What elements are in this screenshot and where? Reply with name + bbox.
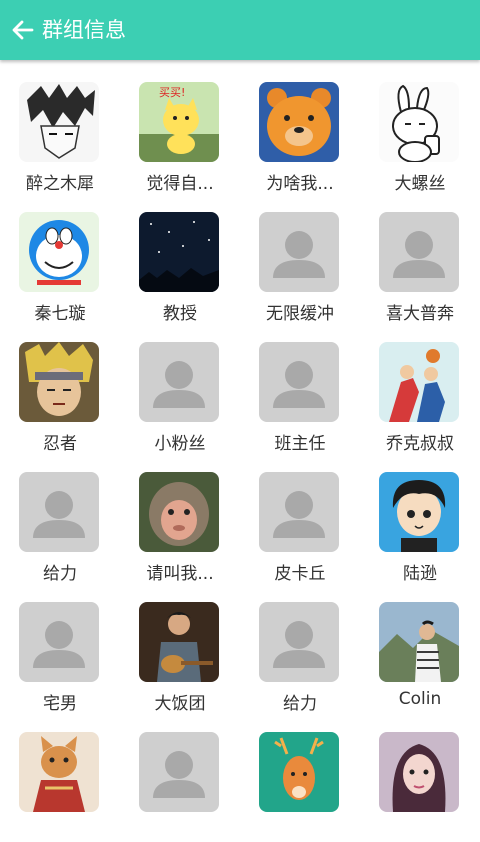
- avatar: [139, 602, 219, 682]
- member-name: 喜大普奔: [386, 304, 454, 324]
- avatar: [19, 342, 99, 422]
- avatar: [379, 342, 459, 422]
- default-avatar: [259, 472, 339, 552]
- avatar: 买买!: [139, 82, 219, 162]
- member-item[interactable]: 大螺丝: [360, 62, 480, 194]
- member-item[interactable]: 忍者: [0, 322, 120, 454]
- member-item[interactable]: 大饭团: [120, 582, 240, 714]
- avatar-image: [19, 342, 99, 422]
- member-item[interactable]: 陆逊: [360, 452, 480, 584]
- avatar: [379, 602, 459, 682]
- avatar-image: [379, 342, 459, 422]
- avatar: [379, 82, 459, 162]
- member-name: 教授: [163, 304, 197, 324]
- avatar-image: [19, 212, 99, 292]
- member-item[interactable]: [360, 712, 480, 842]
- member-item[interactable]: 给力: [0, 452, 120, 584]
- member-name: 给力: [43, 564, 77, 584]
- avatar: [19, 212, 99, 292]
- default-avatar: [139, 342, 219, 422]
- member-item[interactable]: 乔克叔叔: [360, 322, 480, 454]
- member-item[interactable]: 醉之木犀: [0, 62, 120, 194]
- member-name: 宅男: [43, 694, 77, 714]
- avatar-image: 买买!: [139, 82, 219, 162]
- avatar: [259, 82, 339, 162]
- member-item[interactable]: [240, 712, 360, 842]
- member-name: 皮卡丘: [274, 564, 326, 584]
- default-avatar: [19, 602, 99, 682]
- avatar-image: [19, 732, 99, 812]
- member-item[interactable]: 无限缓冲: [240, 192, 360, 324]
- member-item[interactable]: 教授: [120, 192, 240, 324]
- member-name: 觉得自...: [146, 174, 214, 194]
- person-silhouette-icon: [19, 602, 99, 682]
- avatar: [259, 732, 339, 812]
- member-name: 醉之木犀: [26, 174, 94, 194]
- avatar-image: [379, 472, 459, 552]
- avatar-image: [259, 732, 339, 812]
- person-silhouette-icon: [19, 472, 99, 552]
- member-name: Colin: [398, 689, 442, 709]
- member-name: 大螺丝: [394, 174, 446, 194]
- default-avatar: [259, 212, 339, 292]
- member-name: 秦七璇: [34, 304, 86, 324]
- member-item[interactable]: 喜大普奔: [360, 192, 480, 324]
- member-name: 无限缓冲: [266, 304, 334, 324]
- avatar: [19, 732, 99, 812]
- avatar-image: [139, 602, 219, 682]
- avatar-image: [259, 82, 339, 162]
- member-name: 陆逊: [403, 564, 437, 584]
- avatar-image: [379, 732, 459, 812]
- svg-text:买买!: 买买!: [159, 86, 185, 99]
- default-avatar: [379, 212, 459, 292]
- avatar-image: [19, 82, 99, 162]
- member-item[interactable]: 秦七璇: [0, 192, 120, 324]
- avatar-image: [139, 472, 219, 552]
- member-name: 为啥我...: [266, 174, 334, 194]
- page-title: 群组信息: [42, 18, 126, 42]
- member-item[interactable]: [120, 712, 240, 842]
- person-silhouette-icon: [259, 212, 339, 292]
- person-silhouette-icon: [259, 342, 339, 422]
- back-button[interactable]: [6, 13, 40, 47]
- avatar-image: [379, 82, 459, 162]
- member-item[interactable]: 为啥我...: [240, 62, 360, 194]
- member-name: 请叫我...: [146, 564, 214, 584]
- member-name: 忍者: [43, 434, 77, 454]
- person-silhouette-icon: [259, 602, 339, 682]
- default-avatar: [259, 342, 339, 422]
- avatar: [139, 472, 219, 552]
- avatar: [379, 472, 459, 552]
- default-avatar: [259, 602, 339, 682]
- member-item[interactable]: 小粉丝: [120, 322, 240, 454]
- member-name: 乔克叔叔: [386, 434, 454, 454]
- avatar: [139, 212, 219, 292]
- avatar-image: [139, 212, 219, 292]
- app-bar: 群组信息: [0, 0, 480, 60]
- person-silhouette-icon: [139, 732, 219, 812]
- member-name: 大饭团: [154, 694, 206, 714]
- avatar: [379, 732, 459, 812]
- member-name: 小粉丝: [154, 434, 206, 454]
- default-avatar: [19, 472, 99, 552]
- member-item[interactable]: 请叫我...: [120, 452, 240, 584]
- member-item[interactable]: 班主任: [240, 322, 360, 454]
- member-name: 给力: [283, 694, 317, 714]
- arrow-left-icon: [12, 20, 34, 40]
- member-name: 班主任: [274, 434, 326, 454]
- member-item[interactable]: Colin: [360, 582, 480, 712]
- avatar-image: [379, 602, 459, 682]
- person-silhouette-icon: [379, 212, 459, 292]
- member-item[interactable]: 皮卡丘: [240, 452, 360, 584]
- member-item[interactable]: [0, 712, 120, 842]
- person-silhouette-icon: [259, 472, 339, 552]
- member-item[interactable]: 买买! 觉得自...: [120, 62, 240, 194]
- person-silhouette-icon: [139, 342, 219, 422]
- member-item[interactable]: 宅男: [0, 582, 120, 714]
- default-avatar: [139, 732, 219, 812]
- member-item[interactable]: 给力: [240, 582, 360, 714]
- avatar: [19, 82, 99, 162]
